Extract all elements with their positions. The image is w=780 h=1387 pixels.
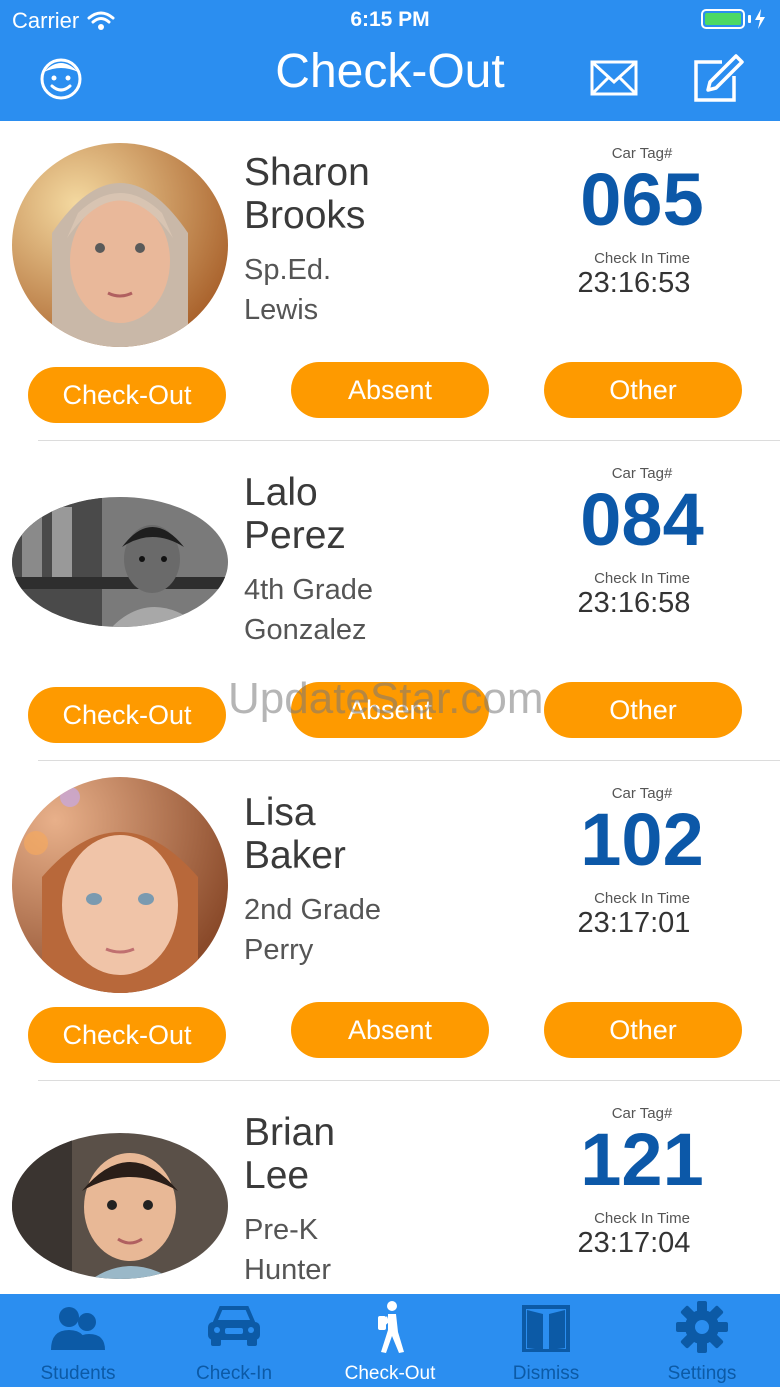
other-button[interactable]: Other	[544, 362, 742, 418]
student-info: Pre-K Hunter	[244, 1210, 331, 1290]
other-button[interactable]: Other	[544, 682, 742, 738]
check-in-time: 23:17:04	[577, 1227, 691, 1259]
first-name: Lalo	[244, 471, 318, 514]
absent-button[interactable]: Absent	[291, 1002, 489, 1058]
tab-bar: Students Check-In Check-Out Dismiss Sett…	[0, 1294, 780, 1387]
watermark: UpdateStar.com	[228, 674, 544, 723]
check-in-time-label: Check In Time	[594, 570, 690, 587]
header-bar: Carrier 6:15 PM Check-Out	[0, 0, 780, 121]
walking-icon	[378, 1301, 404, 1353]
compose-icon[interactable]	[692, 54, 744, 104]
gear-icon	[676, 1301, 728, 1353]
student-name: Sharon Brooks	[244, 151, 370, 237]
teacher-label: Gonzalez	[244, 614, 367, 646]
grade-label: 4th Grade	[244, 574, 373, 606]
grade-label: Pre-K	[244, 1214, 319, 1246]
car-tag-number: 065	[580, 158, 704, 241]
status-bar: Carrier 6:15 PM	[0, 0, 780, 40]
tab-settings[interactable]: Settings	[624, 1294, 780, 1387]
page-title: Check-Out	[275, 45, 505, 98]
tab-label: Check-In	[195, 1363, 273, 1384]
mail-icon[interactable]	[590, 58, 638, 98]
grade-label: Sp.Ed.	[244, 254, 332, 286]
battery-icon	[701, 9, 766, 29]
student-info: 4th Grade Gonzalez	[244, 570, 373, 650]
absent-button[interactable]: Absent	[291, 362, 489, 418]
door-icon	[522, 1305, 570, 1352]
student-photo	[12, 497, 228, 627]
tab-check-out[interactable]: Check-Out	[312, 1294, 468, 1387]
check-out-button[interactable]: Check-Out	[28, 367, 226, 423]
teacher-label: Lewis	[244, 294, 319, 326]
check-in-time: 23:16:58	[577, 587, 691, 619]
check-in-time-label: Check In Time	[594, 1210, 690, 1227]
status-time: 6:15 PM	[350, 8, 430, 31]
student-info: Sp.Ed. Lewis	[244, 250, 331, 330]
first-name: Brian	[244, 1111, 336, 1154]
tab-check-in[interactable]: Check-In	[156, 1294, 312, 1387]
tab-students[interactable]: Students	[0, 1294, 156, 1387]
check-in-time: 23:16:53	[577, 267, 691, 299]
car-tag-number: 121	[580, 1118, 704, 1201]
tab-label: Dismiss	[512, 1363, 580, 1384]
student-list[interactable]: Sharon Brooks Sp.Ed. Lewis Car Tag# 065 …	[0, 121, 780, 1387]
student-photo	[12, 777, 228, 993]
other-button[interactable]: Other	[544, 1002, 742, 1058]
last-name: Brooks	[244, 194, 366, 237]
charging-icon	[755, 9, 765, 29]
first-name: Lisa	[244, 791, 316, 834]
last-name: Baker	[244, 834, 346, 877]
grade-label: 2nd Grade	[244, 894, 382, 926]
tab-label: Students	[40, 1363, 116, 1384]
student-name: Lalo Perez	[244, 471, 346, 557]
teacher-label: Perry	[244, 934, 314, 966]
check-in-time-label: Check In Time	[594, 890, 690, 907]
student-info: 2nd Grade Perry	[244, 890, 381, 970]
last-name: Lee	[244, 1154, 310, 1197]
student-name: Brian Lee	[244, 1111, 335, 1197]
tab-label: Settings	[667, 1363, 737, 1384]
student-photo	[12, 143, 228, 347]
student-card: Lisa Baker 2nd Grade Perry Car Tag# 102 …	[0, 761, 780, 1081]
check-out-button[interactable]: Check-Out	[28, 1007, 226, 1063]
tab-dismiss[interactable]: Dismiss	[468, 1294, 624, 1387]
tab-label: Check-Out	[344, 1363, 436, 1384]
student-photo	[12, 1133, 228, 1279]
car-tag-number: 084	[580, 478, 704, 561]
check-in-time-label: Check In Time	[594, 250, 690, 267]
check-out-button[interactable]: Check-Out	[28, 687, 226, 743]
check-in-time: 23:17:01	[577, 907, 691, 939]
car-icon	[208, 1306, 260, 1346]
student-card: Sharon Brooks Sp.Ed. Lewis Car Tag# 065 …	[0, 121, 780, 441]
student-name: Lisa Baker	[244, 791, 346, 877]
last-name: Perez	[244, 514, 346, 557]
first-name: Sharon	[244, 151, 370, 194]
car-tag-number: 102	[580, 798, 704, 881]
students-icon	[51, 1307, 105, 1350]
teacher-label: Hunter	[244, 1254, 332, 1286]
